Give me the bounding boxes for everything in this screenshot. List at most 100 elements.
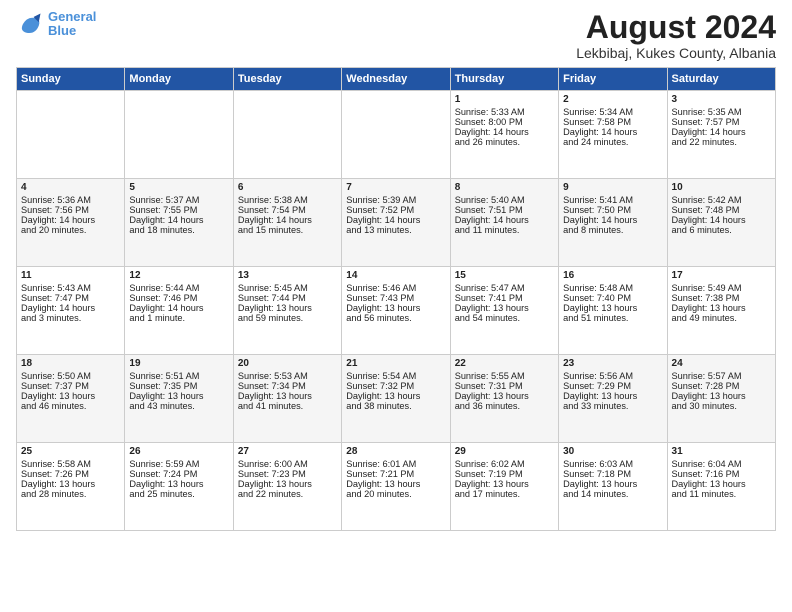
day-info: Sunrise: 5:37 AM xyxy=(129,195,228,205)
day-info: Sunrise: 6:04 AM xyxy=(672,459,771,469)
day-info: Sunset: 7:56 PM xyxy=(21,205,120,215)
col-saturday: Saturday xyxy=(667,68,775,91)
day-info: Sunset: 7:21 PM xyxy=(346,469,445,479)
day-info: Daylight: 13 hours xyxy=(455,303,554,313)
day-info: and 38 minutes. xyxy=(346,401,445,411)
day-info: and 11 minutes. xyxy=(455,225,554,235)
day-info: and 59 minutes. xyxy=(238,313,337,323)
day-info: Sunset: 7:44 PM xyxy=(238,293,337,303)
day-info: Sunrise: 5:57 AM xyxy=(672,371,771,381)
day-info: Sunrise: 5:51 AM xyxy=(129,371,228,381)
day-info: Sunrise: 5:35 AM xyxy=(672,107,771,117)
logo-text: General Blue xyxy=(48,10,96,39)
day-info: Daylight: 14 hours xyxy=(563,215,662,225)
day-info: Sunrise: 6:02 AM xyxy=(455,459,554,469)
day-info: Sunset: 7:34 PM xyxy=(238,381,337,391)
day-info: Daylight: 14 hours xyxy=(672,127,771,137)
day-info: Sunset: 7:31 PM xyxy=(455,381,554,391)
day-info: and 51 minutes. xyxy=(563,313,662,323)
table-row: 28Sunrise: 6:01 AMSunset: 7:21 PMDayligh… xyxy=(342,443,450,531)
table-row: 23Sunrise: 5:56 AMSunset: 7:29 PMDayligh… xyxy=(559,355,667,443)
table-row: 30Sunrise: 6:03 AMSunset: 7:18 PMDayligh… xyxy=(559,443,667,531)
table-row: 2Sunrise: 5:34 AMSunset: 7:58 PMDaylight… xyxy=(559,91,667,179)
day-info: Daylight: 13 hours xyxy=(129,479,228,489)
day-info: and 1 minute. xyxy=(129,313,228,323)
table-row: 16Sunrise: 5:48 AMSunset: 7:40 PMDayligh… xyxy=(559,267,667,355)
table-row: 22Sunrise: 5:55 AMSunset: 7:31 PMDayligh… xyxy=(450,355,558,443)
table-row: 1Sunrise: 5:33 AMSunset: 8:00 PMDaylight… xyxy=(450,91,558,179)
day-info: Daylight: 13 hours xyxy=(238,303,337,313)
title-block: August 2024 Lekbibaj, Kukes County, Alba… xyxy=(576,10,776,61)
day-info: Sunset: 7:37 PM xyxy=(21,381,120,391)
day-number: 18 xyxy=(21,358,120,369)
day-info: and 46 minutes. xyxy=(21,401,120,411)
day-number: 9 xyxy=(563,182,662,193)
day-number: 31 xyxy=(672,446,771,457)
day-info: Sunset: 7:26 PM xyxy=(21,469,120,479)
day-number: 12 xyxy=(129,270,228,281)
day-info: Sunrise: 5:36 AM xyxy=(21,195,120,205)
col-friday: Friday xyxy=(559,68,667,91)
day-info: Sunrise: 5:58 AM xyxy=(21,459,120,469)
day-info: and 41 minutes. xyxy=(238,401,337,411)
day-number: 14 xyxy=(346,270,445,281)
day-info: Sunset: 7:40 PM xyxy=(563,293,662,303)
day-info: Sunset: 7:41 PM xyxy=(455,293,554,303)
day-info: Sunset: 7:52 PM xyxy=(346,205,445,215)
table-row: 24Sunrise: 5:57 AMSunset: 7:28 PMDayligh… xyxy=(667,355,775,443)
day-info: Sunrise: 6:03 AM xyxy=(563,459,662,469)
day-info: Sunset: 7:51 PM xyxy=(455,205,554,215)
day-info: Daylight: 13 hours xyxy=(346,391,445,401)
day-info: Daylight: 13 hours xyxy=(455,479,554,489)
table-row: 8Sunrise: 5:40 AMSunset: 7:51 PMDaylight… xyxy=(450,179,558,267)
day-info: and 49 minutes. xyxy=(672,313,771,323)
day-info: and 28 minutes. xyxy=(21,489,120,499)
day-info: and 15 minutes. xyxy=(238,225,337,235)
day-number: 2 xyxy=(563,94,662,105)
day-number: 15 xyxy=(455,270,554,281)
day-info: and 54 minutes. xyxy=(455,313,554,323)
table-row: 20Sunrise: 5:53 AMSunset: 7:34 PMDayligh… xyxy=(233,355,341,443)
table-row xyxy=(17,91,125,179)
day-number: 16 xyxy=(563,270,662,281)
table-row: 27Sunrise: 6:00 AMSunset: 7:23 PMDayligh… xyxy=(233,443,341,531)
day-info: Sunrise: 5:56 AM xyxy=(563,371,662,381)
day-info: Sunset: 7:23 PM xyxy=(238,469,337,479)
day-info: and 8 minutes. xyxy=(563,225,662,235)
day-info: Sunset: 7:54 PM xyxy=(238,205,337,215)
table-row: 31 Sunrise: 6:04 AMSunset: 7:16 PMDayligh… xyxy=(667,443,775,531)
day-number: 17 xyxy=(672,270,771,281)
table-row: 21Sunrise: 5:54 AMSunset: 7:32 PMDayligh… xyxy=(342,355,450,443)
table-row xyxy=(233,91,341,179)
day-info: and 33 minutes. xyxy=(563,401,662,411)
day-number: 1 xyxy=(455,94,554,105)
day-info: and 6 minutes. xyxy=(672,225,771,235)
table-row: 17Sunrise: 5:49 AMSunset: 7:38 PMDayligh… xyxy=(667,267,775,355)
day-info: Sunrise: 5:38 AM xyxy=(238,195,337,205)
logo: General Blue xyxy=(16,10,96,39)
day-info: Daylight: 13 hours xyxy=(672,479,771,489)
day-info: Sunset: 8:00 PM xyxy=(455,117,554,127)
day-info: Daylight: 14 hours xyxy=(129,303,228,313)
day-info: Sunset: 7:28 PM xyxy=(672,381,771,391)
day-info: and 22 minutes. xyxy=(238,489,337,499)
day-info: and 20 minutes. xyxy=(346,489,445,499)
day-info: Daylight: 14 hours xyxy=(238,215,337,225)
day-number: 4 xyxy=(21,182,120,193)
day-number: 22 xyxy=(455,358,554,369)
day-info: and 30 minutes. xyxy=(672,401,771,411)
day-info: Daylight: 13 hours xyxy=(21,479,120,489)
day-info: Daylight: 14 hours xyxy=(455,215,554,225)
day-info: Sunset: 7:58 PM xyxy=(563,117,662,127)
table-row: 10Sunrise: 5:42 AMSunset: 7:48 PMDayligh… xyxy=(667,179,775,267)
day-info: and 26 minutes. xyxy=(455,137,554,147)
logo-icon xyxy=(16,10,44,38)
page-header: General Blue August 2024 Lekbibaj, Kukes… xyxy=(16,10,776,61)
day-number: 5 xyxy=(129,182,228,193)
day-info: Daylight: 14 hours xyxy=(563,127,662,137)
table-row: 4Sunrise: 5:36 AMSunset: 7:56 PMDaylight… xyxy=(17,179,125,267)
calendar-body: 1Sunrise: 5:33 AMSunset: 8:00 PMDaylight… xyxy=(17,91,776,531)
day-info: Sunset: 7:38 PM xyxy=(672,293,771,303)
calendar-table: Sunday Monday Tuesday Wednesday Thursday… xyxy=(16,67,776,531)
day-info: Sunset: 7:16 PM xyxy=(672,469,771,479)
